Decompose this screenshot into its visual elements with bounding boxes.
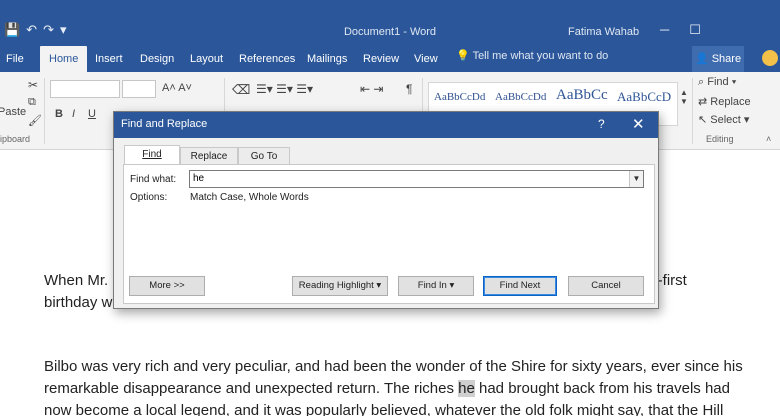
text-fragment: had brought back from his travels had xyxy=(474,380,730,397)
styles-more-icon[interactable]: ▲ ▼ xyxy=(680,88,688,106)
format-painter-icon[interactable]: 🖌 xyxy=(28,114,42,127)
tab-replace-label: Replace xyxy=(190,151,228,162)
group-separator xyxy=(692,78,693,144)
italic-button[interactable]: I xyxy=(72,108,75,120)
lightbulb-icon: 💡 xyxy=(456,50,470,62)
tab-file[interactable]: File xyxy=(6,49,24,72)
cursor-icon: ↖ xyxy=(698,114,708,126)
tab-find[interactable]: Find xyxy=(124,145,180,165)
tab-design[interactable]: Design xyxy=(140,49,174,72)
clipboard-group-label: lipboard xyxy=(0,134,31,144)
text-fragment: remarkable disappearance and unexpected … xyxy=(44,380,459,397)
search-icon: ⌕ xyxy=(698,76,705,88)
more-button[interactable]: More >> xyxy=(129,276,205,296)
close-icon[interactable]: ✕ xyxy=(632,115,645,133)
style-normal[interactable]: AaBbCcDd xyxy=(434,91,485,103)
tell-me-text: Tell me what you want to do xyxy=(472,50,609,62)
find-what-label: Find what: xyxy=(130,174,177,185)
copy-icon[interactable]: ⧉ xyxy=(28,96,36,109)
search-match-highlight: he xyxy=(458,380,475,397)
find-what-value: he xyxy=(193,173,205,184)
select-button[interactable]: ↖ Select ▾ xyxy=(698,113,749,126)
tell-me-box[interactable]: 💡 Tell me what you want to do xyxy=(456,49,608,62)
replace-button[interactable]: ⇄ Replace xyxy=(698,95,751,108)
reading-highlight-button[interactable]: Reading Highlight ▾ xyxy=(292,276,388,296)
style-heading-1[interactable]: AaBbCc xyxy=(556,87,608,104)
grow-font-icon[interactable]: A˄ A˅ xyxy=(162,82,192,94)
options-label: Options: xyxy=(130,192,168,203)
ribbon-tabs: File Home Insert Design Layout Reference… xyxy=(0,44,780,72)
tab-view[interactable]: View xyxy=(414,49,438,72)
help-icon[interactable]: ? xyxy=(598,117,605,131)
share-label: Share xyxy=(711,53,742,65)
tab-references[interactable]: References xyxy=(239,49,295,72)
indent-icon[interactable]: ⇤ ⇥ xyxy=(360,82,383,96)
share-button[interactable]: 👤 Share xyxy=(692,46,744,72)
window-controls[interactable]: ─☐ xyxy=(660,22,721,38)
tab-home[interactable]: Home xyxy=(40,46,88,72)
tab-mailings[interactable]: Mailings xyxy=(307,49,347,72)
tab-find-label: Find xyxy=(142,149,162,160)
bold-button[interactable]: B xyxy=(55,108,63,120)
text-fragment: When Mr. xyxy=(44,272,109,289)
find-label: Find xyxy=(707,76,729,88)
dialog-title: Find and Replace xyxy=(121,118,208,130)
tab-layout[interactable]: Layout xyxy=(190,49,223,72)
user-name[interactable]: Fatima Wahab xyxy=(568,26,639,38)
replace-icon: ⇄ xyxy=(698,96,708,108)
underline-button[interactable]: U xyxy=(88,108,96,120)
replace-label: Replace xyxy=(710,96,751,108)
cancel-button[interactable]: Cancel xyxy=(568,276,644,296)
find-button[interactable]: ⌕ Find ▾ xyxy=(698,76,736,89)
find-in-button[interactable]: Find In ▾ xyxy=(398,276,474,296)
font-name-select[interactable] xyxy=(50,80,120,98)
options-value: Match Case, Whole Words xyxy=(190,192,309,203)
find-next-button[interactable]: Find Next xyxy=(483,276,557,296)
group-separator xyxy=(44,78,45,144)
paragraph-2-line-3: now become a local legend, and it was po… xyxy=(44,402,724,416)
title-bar: 💾↶↷▾ Document1 - Word Fatima Wahab ─☐ xyxy=(0,0,780,44)
style-no-spacing[interactable]: AaBbCcDd xyxy=(495,91,546,103)
tab-review[interactable]: Review xyxy=(363,49,399,72)
tab-insert[interactable]: Insert xyxy=(95,49,123,72)
chevron-down-icon[interactable]: ▼ xyxy=(629,171,643,187)
editing-group-label: Editing xyxy=(706,134,734,144)
person-icon: 👤 xyxy=(694,53,709,65)
clear-formatting-icon[interactable]: ⌫ xyxy=(232,82,250,98)
cut-icon[interactable]: ✂ xyxy=(28,78,38,92)
find-what-input[interactable]: he ▼ xyxy=(189,170,644,188)
paste-button[interactable]: Paste xyxy=(0,106,26,118)
text-fragment: birthday w xyxy=(44,294,113,311)
collapse-ribbon-icon[interactable]: ˄ xyxy=(766,134,771,144)
select-label: Select xyxy=(710,114,741,126)
find-replace-dialog: Find and Replace ? ✕ Find Replace Go To … xyxy=(113,111,659,309)
pilcrow-icon[interactable]: ¶ xyxy=(406,82,412,96)
tab-replace[interactable]: Replace xyxy=(180,147,238,165)
paragraph-2-line-2: remarkable disappearance and unexpected … xyxy=(44,378,744,400)
style-heading-2[interactable]: AaBbCcD xyxy=(617,89,671,105)
font-size-select[interactable] xyxy=(122,80,156,98)
dialog-title-bar[interactable]: Find and Replace ? ✕ xyxy=(114,112,658,138)
tab-go-to[interactable]: Go To xyxy=(238,147,290,165)
feedback-smiley-icon[interactable] xyxy=(762,50,778,66)
bullets-icon[interactable]: ☰▾ ☰▾ ☰▾ xyxy=(256,82,313,96)
paragraph-2-line-1: Bilbo was very rich and very peculiar, a… xyxy=(44,358,743,375)
tab-go-to-label: Go To xyxy=(250,151,278,162)
